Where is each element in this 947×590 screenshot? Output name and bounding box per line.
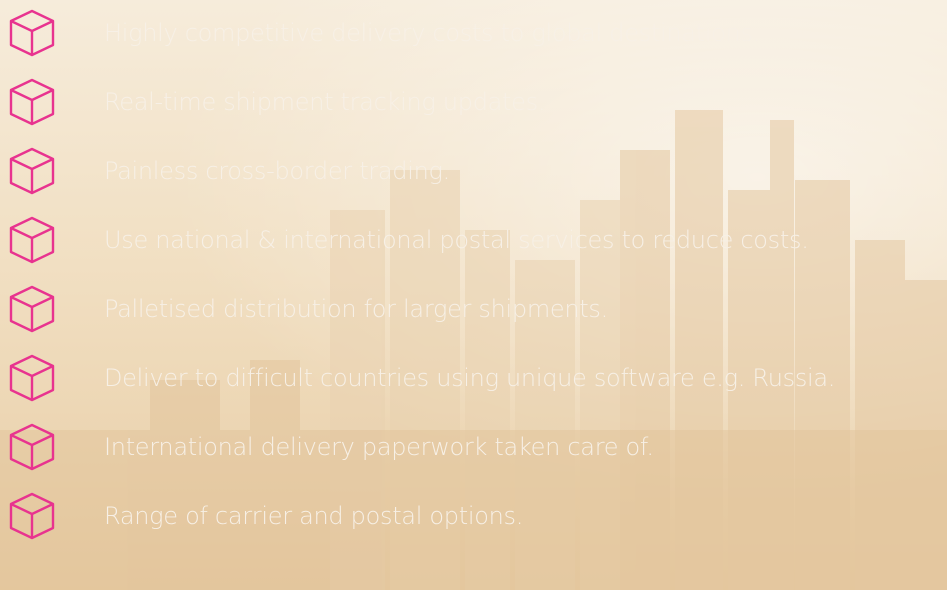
feature-text: Palletised distribution for larger shipm…: [104, 295, 608, 323]
box-icon: [4, 281, 60, 337]
box-icon: [4, 143, 60, 199]
feature-text: Painless cross-border trading.: [104, 157, 450, 185]
feature-text: Use national & international postal serv…: [104, 226, 809, 254]
list-item: Use national & international postal serv…: [0, 212, 947, 268]
feature-text: Range of carrier and postal options.: [104, 502, 524, 530]
feature-text: Real-time shipment tracking updates.: [104, 88, 546, 116]
list-item: International delivery paperwork taken c…: [0, 419, 947, 475]
feature-text: Deliver to difficult countries using uni…: [104, 364, 836, 392]
feature-text: Highly competitive delivery costs to glo…: [104, 19, 760, 47]
list-item: Palletised distribution for larger shipm…: [0, 281, 947, 337]
box-icon: [4, 488, 60, 544]
list-item: Highly competitive delivery costs to glo…: [0, 5, 947, 61]
feature-list: Highly competitive delivery costs to glo…: [0, 0, 947, 590]
box-icon: [4, 5, 60, 61]
list-item: Range of carrier and postal options.: [0, 488, 947, 544]
list-item: Deliver to difficult countries using uni…: [0, 350, 947, 406]
feature-text: International delivery paperwork taken c…: [104, 433, 654, 461]
box-icon: [4, 350, 60, 406]
box-icon: [4, 212, 60, 268]
box-icon: [4, 74, 60, 130]
box-icon: [4, 419, 60, 475]
list-item: Painless cross-border trading.: [0, 143, 947, 199]
list-item: Real-time shipment tracking updates.: [0, 74, 947, 130]
